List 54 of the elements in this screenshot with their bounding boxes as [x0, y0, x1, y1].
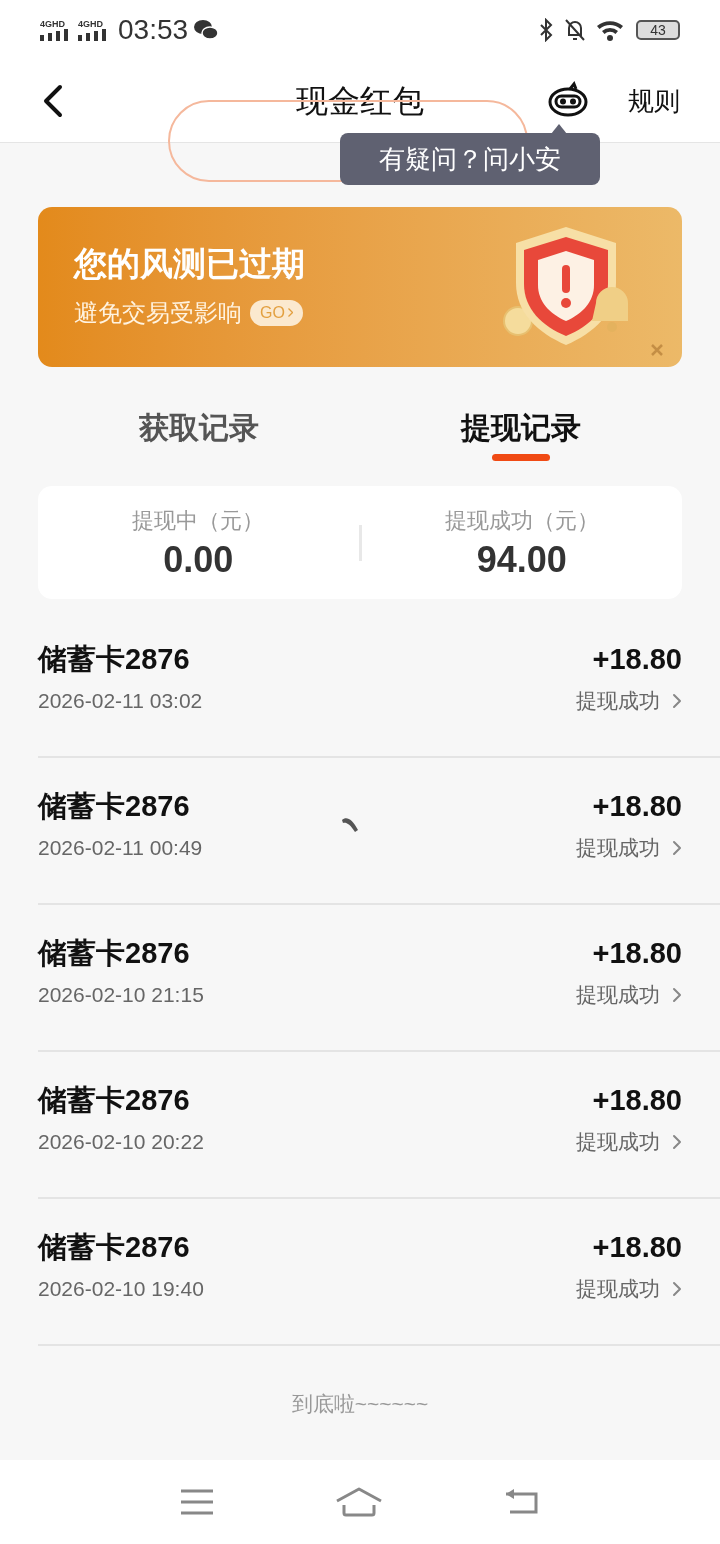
summary-label: 提现中（元）	[132, 506, 265, 535]
record-status: 提现成功	[576, 1129, 660, 1156]
record-amount: +18.80	[592, 936, 682, 971]
rules-link[interactable]: 规则	[628, 81, 680, 121]
record-time: 2026-02-11 00:49	[38, 835, 203, 862]
record-amount: +18.80	[592, 1230, 682, 1265]
card-name: 储蓄卡2876	[38, 1230, 191, 1265]
card-name: 储蓄卡2876	[38, 789, 191, 824]
record-status: 提现成功	[576, 1276, 660, 1303]
card-name: 储蓄卡2876	[38, 642, 191, 677]
chevron-right-icon	[672, 1281, 682, 1297]
wifi-icon	[596, 19, 626, 41]
record-amount: +18.80	[592, 1083, 682, 1118]
tab[interactable]: 获取记录	[38, 399, 360, 471]
chevron-right-icon	[672, 840, 682, 856]
record-row[interactable]: 储蓄卡2876 2026-02-10 19:40 +18.80 提现成功	[38, 1199, 720, 1346]
close-x-icon	[650, 343, 664, 357]
chevron-right-icon	[672, 693, 682, 709]
banner-subtitle: 避免交易受影响	[74, 297, 242, 328]
record-time: 2026-02-10 20:22	[38, 1129, 204, 1156]
summary-label: 提现成功（元）	[444, 506, 599, 535]
record-status: 提现成功	[576, 835, 660, 862]
record-time: 2026-02-10 21:15	[38, 982, 204, 1009]
tab[interactable]: 提现记录	[360, 399, 682, 471]
chevron-right-icon	[672, 987, 682, 1003]
record-status: 提现成功	[576, 688, 660, 715]
chevron-right-icon	[287, 308, 293, 318]
record-time: 2026-02-10 19:40	[38, 1276, 204, 1303]
record-amount: +18.80	[592, 642, 682, 677]
record-amount: +18.80	[592, 789, 682, 824]
card-name: 储蓄卡2876	[38, 936, 191, 971]
record-row[interactable]: 储蓄卡2876 2026-02-11 03:02 +18.80 提现成功	[38, 611, 720, 758]
end-of-list-text: 到底啦~~~~~~	[291, 1391, 429, 1417]
back-icon[interactable]	[503, 1488, 540, 1516]
summary-value: 0.00	[163, 537, 234, 582]
network-label: 4GHD	[78, 19, 103, 29]
network-label: 4GHD	[40, 19, 65, 29]
record-row[interactable]: 储蓄卡2876 2026-02-10 21:15 +18.80 提现成功	[38, 905, 720, 1052]
battery-indicator: 43	[636, 20, 680, 40]
home-icon[interactable]	[335, 1487, 383, 1517]
bluetooth-icon	[538, 18, 554, 42]
banner-title: 您的风测已过期	[74, 244, 305, 285]
summary-value: 94.00	[476, 537, 567, 582]
muted-bell-icon	[564, 18, 586, 42]
record-row[interactable]: 储蓄卡2876 2026-02-11 00:49 +18.80 提现成功	[38, 758, 720, 905]
menu-icon[interactable]	[180, 1489, 215, 1515]
chevron-right-icon	[672, 1134, 682, 1150]
tooltip-pointer	[551, 124, 567, 134]
record-status: 提现成功	[576, 982, 660, 1009]
chat-bubbles-icon	[194, 19, 219, 41]
clock: 03:53	[118, 13, 189, 47]
record-time: 2026-02-11 03:02	[38, 688, 203, 715]
record-row[interactable]: 储蓄卡2876 2026-02-10 20:22 +18.80 提现成功	[38, 1052, 720, 1199]
card-name: 储蓄卡2876	[38, 1083, 191, 1118]
